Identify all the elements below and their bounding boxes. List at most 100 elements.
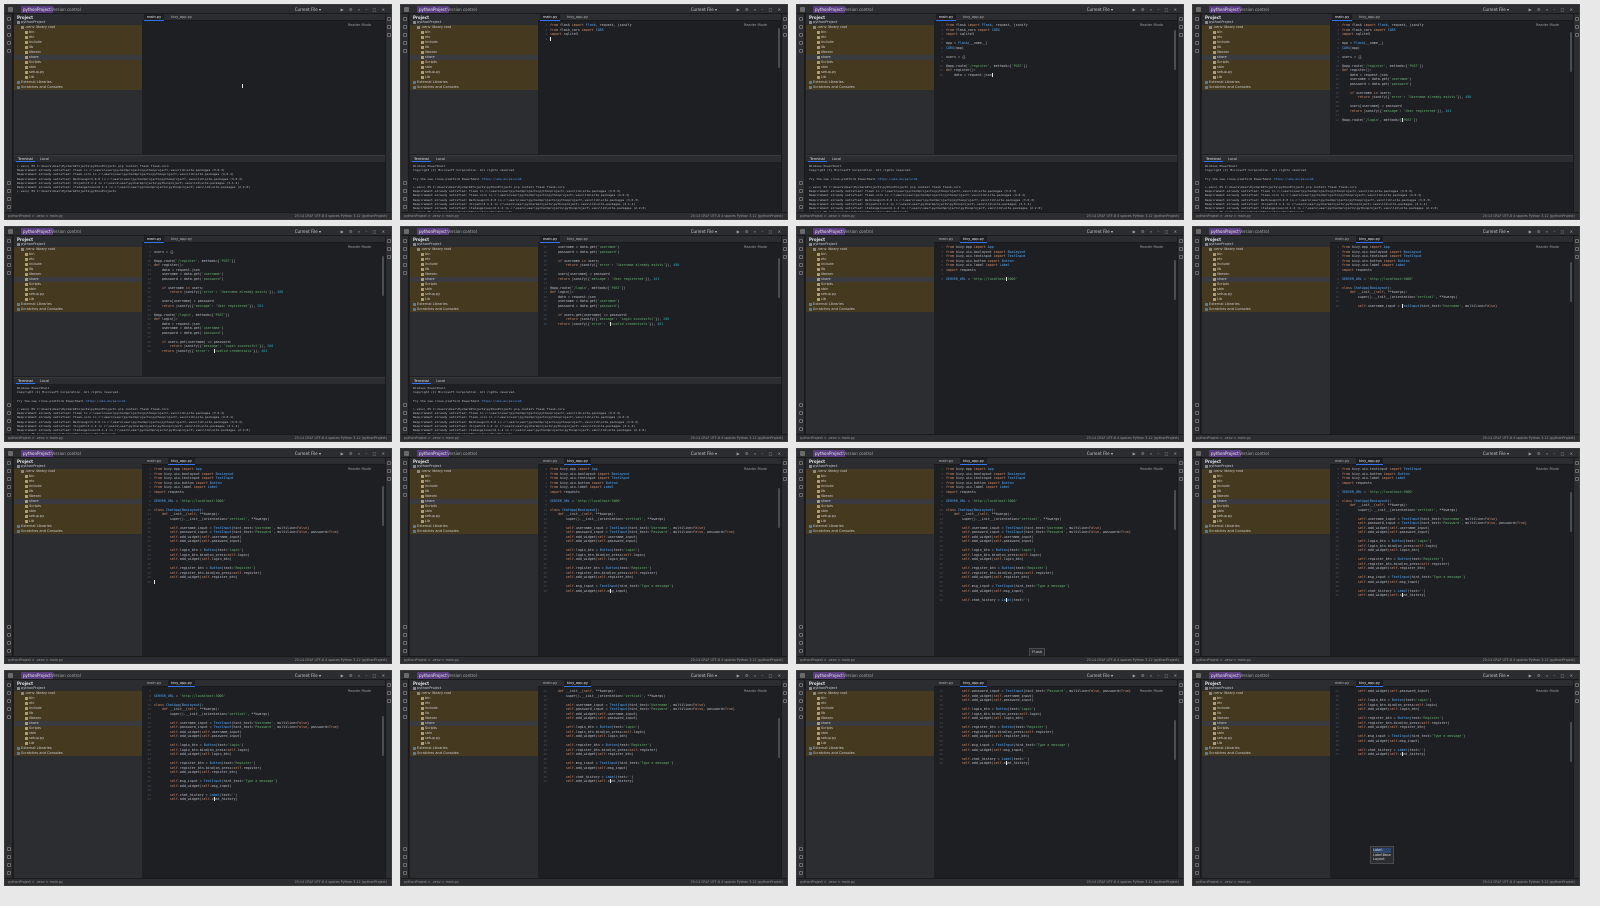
code-line[interactable]: self.add_widget(self.msg_input): [946, 748, 1024, 753]
reader-mode-toggle[interactable]: Reader Mode: [744, 467, 767, 472]
code-line[interactable]: self.add_widget(self.password_input): [550, 539, 638, 544]
vcs-branch-widget[interactable]: Version control: [447, 450, 477, 457]
toolbar-icons[interactable]: ▶ ⚙ ⌕ – □ ✕: [1529, 228, 1575, 235]
code-line[interactable]: return jsonify({'error': 'Username alrea…: [550, 263, 679, 268]
tab-local[interactable]: Local: [38, 378, 51, 384]
code-line[interactable]: super().__init__(orientation='vertical',…: [154, 517, 269, 522]
tool-window-icon[interactable]: [1575, 33, 1579, 37]
tool-window-icon[interactable]: [7, 469, 11, 473]
code-line[interactable]: self.add_widget(self.password_input): [1342, 689, 1430, 694]
vcs-branch-widget[interactable]: Version control: [843, 672, 873, 679]
tool-window-icon[interactable]: [1179, 17, 1183, 21]
tool-window-icon[interactable]: [1195, 49, 1199, 53]
tool-window-icon[interactable]: [783, 33, 787, 37]
tool-window-icon[interactable]: [783, 255, 787, 259]
tab-kivy-app-py[interactable]: kivy_app.py: [564, 458, 591, 465]
tool-window-icon[interactable]: [799, 181, 803, 185]
code-line[interactable]: self.add_widget(self.chat_history): [550, 779, 634, 784]
tool-window-icon[interactable]: [1575, 699, 1579, 703]
status-breadcrumb[interactable]: pythonProject > .venv > main.py: [800, 879, 855, 885]
reader-mode-toggle[interactable]: Reader Mode: [348, 23, 371, 28]
editor-scrollbar[interactable]: [778, 718, 780, 758]
code-line[interactable]: return jsonify({'error': 'Invalid creden…: [154, 349, 267, 354]
tool-window-icon[interactable]: [799, 25, 803, 29]
tool-window-icon[interactable]: [403, 641, 407, 645]
tool-window-icon[interactable]: [799, 239, 803, 243]
tab-main-py[interactable]: main.py: [540, 14, 561, 21]
tool-window-icon[interactable]: [799, 205, 803, 209]
code-line[interactable]: self.add_widget(self.msg_input): [1342, 580, 1420, 585]
vcs-branch-widget[interactable]: Version control: [447, 6, 477, 13]
code-line[interactable]: self.add_widget(self.register_btn): [1342, 725, 1426, 730]
project-name-badge[interactable]: pythonProject: [813, 6, 845, 13]
tool-window-icon[interactable]: [403, 189, 407, 193]
tool-window-icon[interactable]: [403, 181, 407, 185]
reader-mode-toggle[interactable]: Reader Mode: [1536, 245, 1559, 250]
tool-window-icon[interactable]: [7, 271, 11, 275]
tool-window-icon[interactable]: [7, 247, 11, 251]
reader-mode-toggle[interactable]: Reader Mode: [348, 245, 371, 250]
tool-window-icon[interactable]: [403, 493, 407, 497]
main-menu-icon[interactable]: [8, 673, 13, 678]
tab-kivy-app-py[interactable]: kivy_app.py: [168, 680, 195, 687]
status-breadcrumb[interactable]: pythonProject > .venv > main.py: [8, 879, 63, 885]
tab-terminal[interactable]: Terminal: [16, 378, 35, 384]
tool-window-icon[interactable]: [799, 847, 803, 851]
status-breadcrumb[interactable]: pythonProject > .venv > main.py: [404, 213, 459, 219]
tree-item[interactable]: Scratches and Consoles: [17, 307, 63, 312]
tool-window-icon[interactable]: [799, 49, 803, 53]
tool-window-icon[interactable]: [783, 469, 787, 473]
code-line[interactable]: SERVER_URL = 'http://localhost:5000': [1342, 277, 1414, 282]
tool-window-icon[interactable]: [799, 271, 803, 275]
code-line[interactable]: self.add_widget(self.login_btn): [1342, 707, 1420, 712]
tool-window-icon[interactable]: [7, 17, 11, 21]
tool-window-icon[interactable]: [403, 419, 407, 423]
status-info[interactable]: 25:14 CRLF UTF-8 4 spaces Python 3.12 (p…: [295, 435, 387, 441]
status-info[interactable]: 25:14 CRLF UTF-8 4 spaces Python 3.12 (p…: [1087, 435, 1179, 441]
code-line[interactable]: SERVER_URL = 'http://localhost:5000': [1342, 490, 1414, 495]
editor-scrollbar[interactable]: [778, 488, 780, 528]
run-configuration-selector[interactable]: Current File ▾: [691, 6, 717, 13]
tree-item[interactable]: Scratches and Consoles: [17, 529, 63, 534]
tool-window-icon[interactable]: [403, 17, 407, 21]
tool-window-icon[interactable]: [387, 461, 391, 465]
tool-window-icon[interactable]: [403, 625, 407, 629]
code-line[interactable]: import sqlite3: [550, 32, 578, 37]
tree-item[interactable]: Scratches and Consoles: [413, 529, 459, 534]
tool-window-icon[interactable]: [7, 263, 11, 267]
reader-mode-toggle[interactable]: Reader Mode: [744, 689, 767, 694]
code-line[interactable]: super().__init__(orientation='vertical',…: [550, 517, 665, 522]
tool-window-icon[interactable]: [799, 461, 803, 465]
tree-item[interactable]: Scratches and Consoles: [413, 307, 459, 312]
tool-window-icon[interactable]: [403, 871, 407, 875]
status-breadcrumb[interactable]: pythonProject > .venv > main.py: [404, 657, 459, 663]
code-line[interactable]: self.add_widget(self.login_btn): [154, 557, 232, 562]
toolbar-icons[interactable]: ▶ ⚙ ⌕ – □ ✕: [737, 450, 783, 457]
code-line[interactable]: return jsonify({'message': 'User registe…: [550, 277, 659, 282]
tool-window-icon[interactable]: [403, 699, 407, 703]
status-info[interactable]: 25:14 CRLF UTF-8 4 spaces Python 3.12 (p…: [1087, 879, 1179, 885]
status-info[interactable]: 25:14 CRLF UTF-8 4 spaces Python 3.12 (p…: [691, 213, 783, 219]
tool-window-icon[interactable]: [799, 633, 803, 637]
tree-item[interactable]: Scratches and Consoles: [413, 85, 459, 90]
vcs-branch-widget[interactable]: Version control: [843, 228, 873, 235]
tool-window-icon[interactable]: [1195, 205, 1199, 209]
code-line[interactable]: self.add_widget(self.login_btn): [550, 734, 628, 739]
editor-scrollbar[interactable]: [1570, 262, 1572, 302]
tool-window-icon[interactable]: [387, 691, 391, 695]
code-line[interactable]: self.add_widget(self.register_btn): [154, 770, 238, 775]
tool-window-icon[interactable]: [799, 477, 803, 481]
project-name-badge[interactable]: pythonProject: [1209, 450, 1241, 457]
status-breadcrumb[interactable]: pythonProject > .venv > main.py: [800, 435, 855, 441]
main-menu-icon[interactable]: [800, 673, 805, 678]
tool-window-icon[interactable]: [7, 691, 11, 695]
tab-local[interactable]: Local: [434, 378, 447, 384]
tool-window-icon[interactable]: [1179, 33, 1183, 37]
toolbar-icons[interactable]: ▶ ⚙ ⌕ – □ ✕: [737, 6, 783, 13]
status-breadcrumb[interactable]: pythonProject > .venv > main.py: [1196, 657, 1251, 663]
tab-main-py[interactable]: main.py: [540, 236, 561, 243]
code-line[interactable]: return jsonify({'message': 'User registe…: [154, 304, 263, 309]
tab-main-py[interactable]: main.py: [144, 458, 164, 465]
tool-window-icon[interactable]: [1575, 691, 1579, 695]
tool-window-icon[interactable]: [387, 33, 391, 37]
